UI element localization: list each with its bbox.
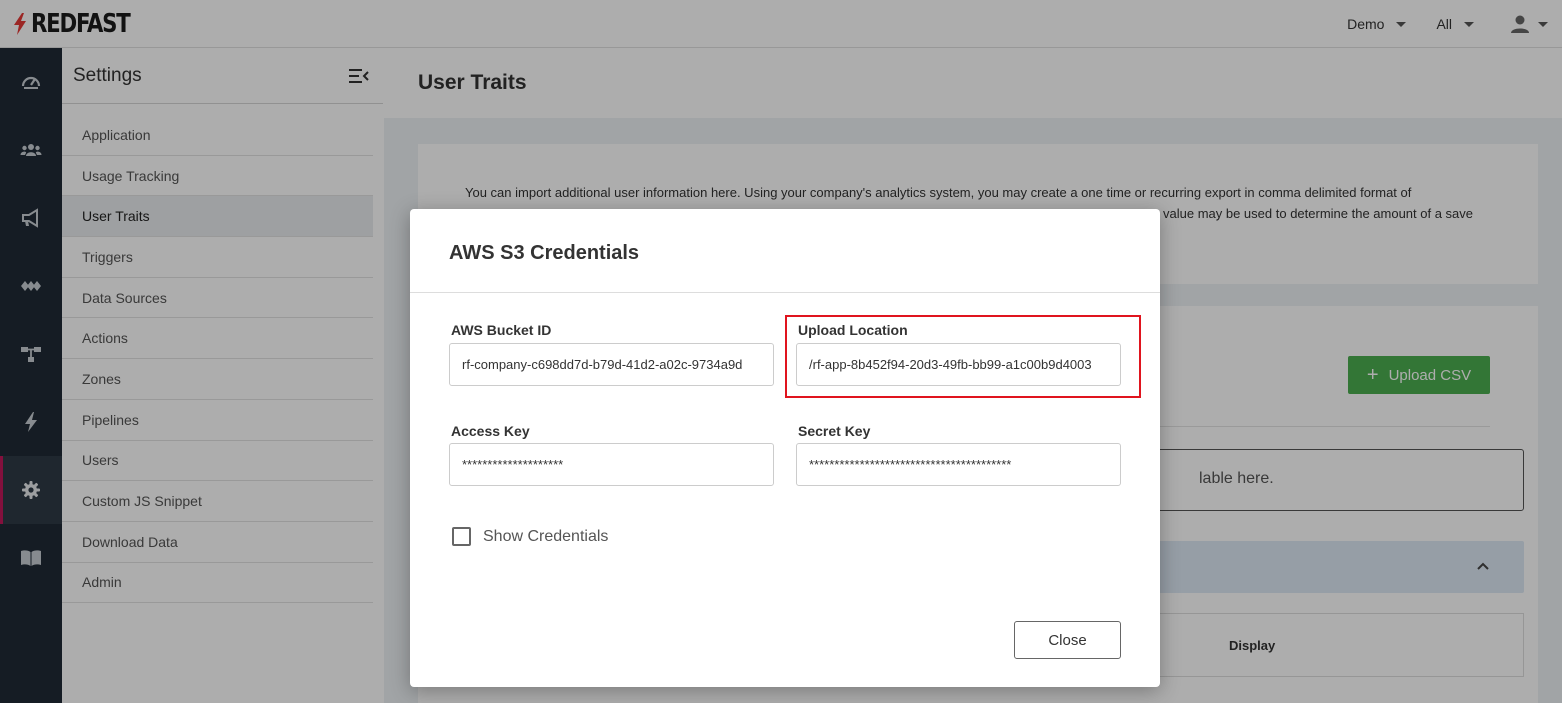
bucket-id-label: AWS Bucket ID (451, 322, 552, 338)
access-key-field[interactable] (449, 443, 774, 486)
secret-key-field[interactable] (796, 443, 1121, 486)
secret-key-label: Secret Key (798, 423, 871, 439)
upload-location-label: Upload Location (798, 322, 908, 338)
close-button[interactable]: Close (1014, 621, 1121, 659)
show-credentials-toggle[interactable]: Show Credentials (452, 527, 608, 546)
access-key-label: Access Key (451, 423, 530, 439)
dialog-title: AWS S3 Credentials (449, 242, 640, 264)
dialog-divider (410, 292, 1160, 293)
show-credentials-label: Show Credentials (483, 527, 609, 545)
bucket-id-field[interactable] (449, 343, 774, 386)
upload-location-field[interactable] (796, 343, 1121, 386)
show-credentials-checkbox[interactable] (452, 527, 471, 546)
aws-s3-credentials-dialog: AWS S3 Credentials AWS Bucket ID Upload … (410, 209, 1160, 687)
